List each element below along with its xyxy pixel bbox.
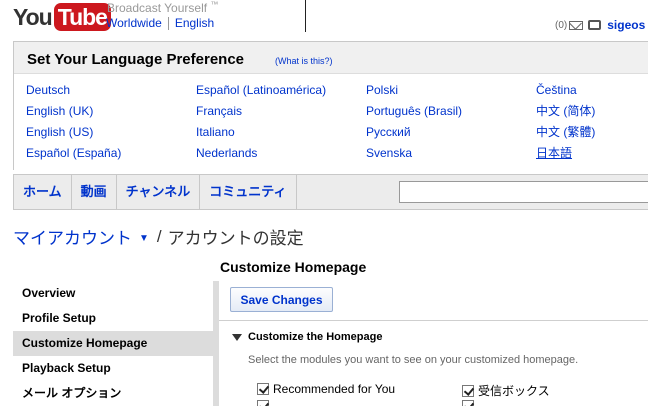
page-title: Customize Homepage bbox=[220, 259, 367, 275]
section-toggle[interactable]: Customize the Homepage bbox=[232, 331, 382, 343]
account-side-menu: Overview Profile Setup Customize Homepag… bbox=[13, 281, 213, 406]
partial-checkbox[interactable] bbox=[257, 400, 269, 406]
search-input[interactable] bbox=[399, 181, 648, 203]
language-option[interactable]: Русский bbox=[366, 124, 462, 145]
section-title: Customize the Homepage bbox=[248, 331, 383, 343]
language-option[interactable]: English (UK) bbox=[26, 103, 121, 124]
language-option[interactable]: Português (Brasil) bbox=[366, 103, 462, 124]
option-label: Recommended for You bbox=[273, 382, 396, 396]
option-row-partial[interactable] bbox=[257, 400, 273, 406]
side-menu-divider bbox=[213, 281, 219, 406]
language-option[interactable]: Español (Latinoamérica) bbox=[196, 82, 326, 103]
tab-videos[interactable]: 動画 bbox=[72, 175, 117, 209]
language-column-1: Deutsch English (UK) English (US) Españo… bbox=[26, 82, 121, 166]
main-divider bbox=[219, 320, 648, 321]
recommended-checkbox[interactable] bbox=[257, 383, 269, 395]
what-is-this-link[interactable]: (What is this?) bbox=[275, 56, 333, 66]
mail-icon[interactable] bbox=[569, 20, 584, 30]
option-row-partial[interactable] bbox=[462, 400, 478, 406]
tab-home[interactable]: ホーム bbox=[14, 175, 72, 209]
language-option[interactable]: Español (España) bbox=[26, 145, 121, 166]
language-option[interactable]: Svenska bbox=[366, 145, 462, 166]
language-column-4: Čeština 中文 (简体) 中文 (繁體) 日本語 bbox=[536, 82, 595, 166]
side-menu-email-options[interactable]: メール オプション bbox=[13, 381, 213, 406]
header-divider bbox=[305, 0, 306, 32]
save-changes-button[interactable]: Save Changes bbox=[230, 287, 333, 312]
dropdown-arrow-icon[interactable]: ▼ bbox=[139, 233, 149, 244]
username-link[interactable]: sigeos bbox=[607, 18, 645, 32]
option-inbox[interactable]: 受信ボックス bbox=[462, 382, 550, 399]
language-option[interactable]: 中文 (简体) bbox=[536, 103, 595, 124]
language-list: Deutsch English (UK) English (US) Españo… bbox=[14, 73, 648, 171]
language-option-current[interactable]: 日本語 bbox=[536, 145, 595, 166]
language-column-2: Español (Latinoamérica) Français Italian… bbox=[196, 82, 326, 166]
logo-tube-text: Tube bbox=[53, 3, 111, 31]
tab-channels[interactable]: チャンネル bbox=[117, 175, 201, 209]
language-option[interactable]: English (US) bbox=[26, 124, 121, 145]
language-option[interactable]: Polski bbox=[366, 82, 462, 103]
tv-icon[interactable] bbox=[588, 20, 602, 30]
language-option[interactable]: 中文 (繁體) bbox=[536, 124, 595, 145]
breadcrumb-current: アカウントの設定 bbox=[167, 229, 304, 248]
tagline-text: Broadcast Yourself bbox=[107, 1, 208, 15]
option-recommended[interactable]: Recommended for You bbox=[257, 382, 395, 396]
youtube-logo[interactable]: You Tube bbox=[13, 3, 111, 31]
option-label: 受信ボックス bbox=[478, 384, 550, 398]
section-description: Select the modules you want to see on yo… bbox=[248, 354, 579, 366]
trademark-mark: ™ bbox=[210, 0, 219, 9]
side-menu-playback-setup[interactable]: Playback Setup bbox=[13, 356, 213, 381]
language-option[interactable]: Čeština bbox=[536, 82, 595, 103]
language-link[interactable]: English bbox=[175, 16, 214, 30]
breadcrumb: マイアカウント ▼ / アカウントの設定 bbox=[13, 224, 304, 249]
language-option[interactable]: Nederlands bbox=[196, 145, 326, 166]
language-option[interactable]: Français bbox=[196, 103, 326, 124]
side-menu-profile-setup[interactable]: Profile Setup bbox=[13, 306, 213, 331]
inbox-checkbox[interactable] bbox=[462, 384, 474, 397]
inbox-count[interactable]: (0) bbox=[555, 20, 567, 31]
logo-you-text: You bbox=[13, 3, 53, 30]
language-option[interactable]: Italiano bbox=[196, 124, 326, 145]
worldwide-link[interactable]: Worldwide bbox=[106, 16, 162, 30]
breadcrumb-separator: / bbox=[156, 226, 162, 246]
partial-checkbox[interactable] bbox=[462, 400, 474, 406]
language-column-3: Polski Português (Brasil) Русский Svensk… bbox=[366, 82, 462, 166]
side-menu-overview[interactable]: Overview bbox=[13, 281, 213, 306]
tagline: Broadcast Yourself ™ bbox=[107, 0, 218, 15]
region-selector: Worldwide English bbox=[106, 16, 214, 30]
tab-community[interactable]: コミュニティ bbox=[200, 175, 297, 209]
language-panel-title: Set Your Language Preference bbox=[27, 51, 245, 68]
breadcrumb-my-account[interactable]: マイアカウント bbox=[13, 224, 132, 249]
side-menu-customize-homepage[interactable]: Customize Homepage bbox=[13, 331, 213, 356]
user-box: (0) sigeos bbox=[555, 18, 645, 32]
collapse-triangle-icon[interactable] bbox=[232, 333, 242, 341]
region-divider bbox=[167, 17, 169, 30]
language-preference-panel: Set Your Language Preference (What is th… bbox=[13, 41, 648, 171]
main-nav: ホーム 動画 チャンネル コミュニティ bbox=[13, 174, 648, 210]
language-option[interactable]: Deutsch bbox=[26, 82, 121, 103]
